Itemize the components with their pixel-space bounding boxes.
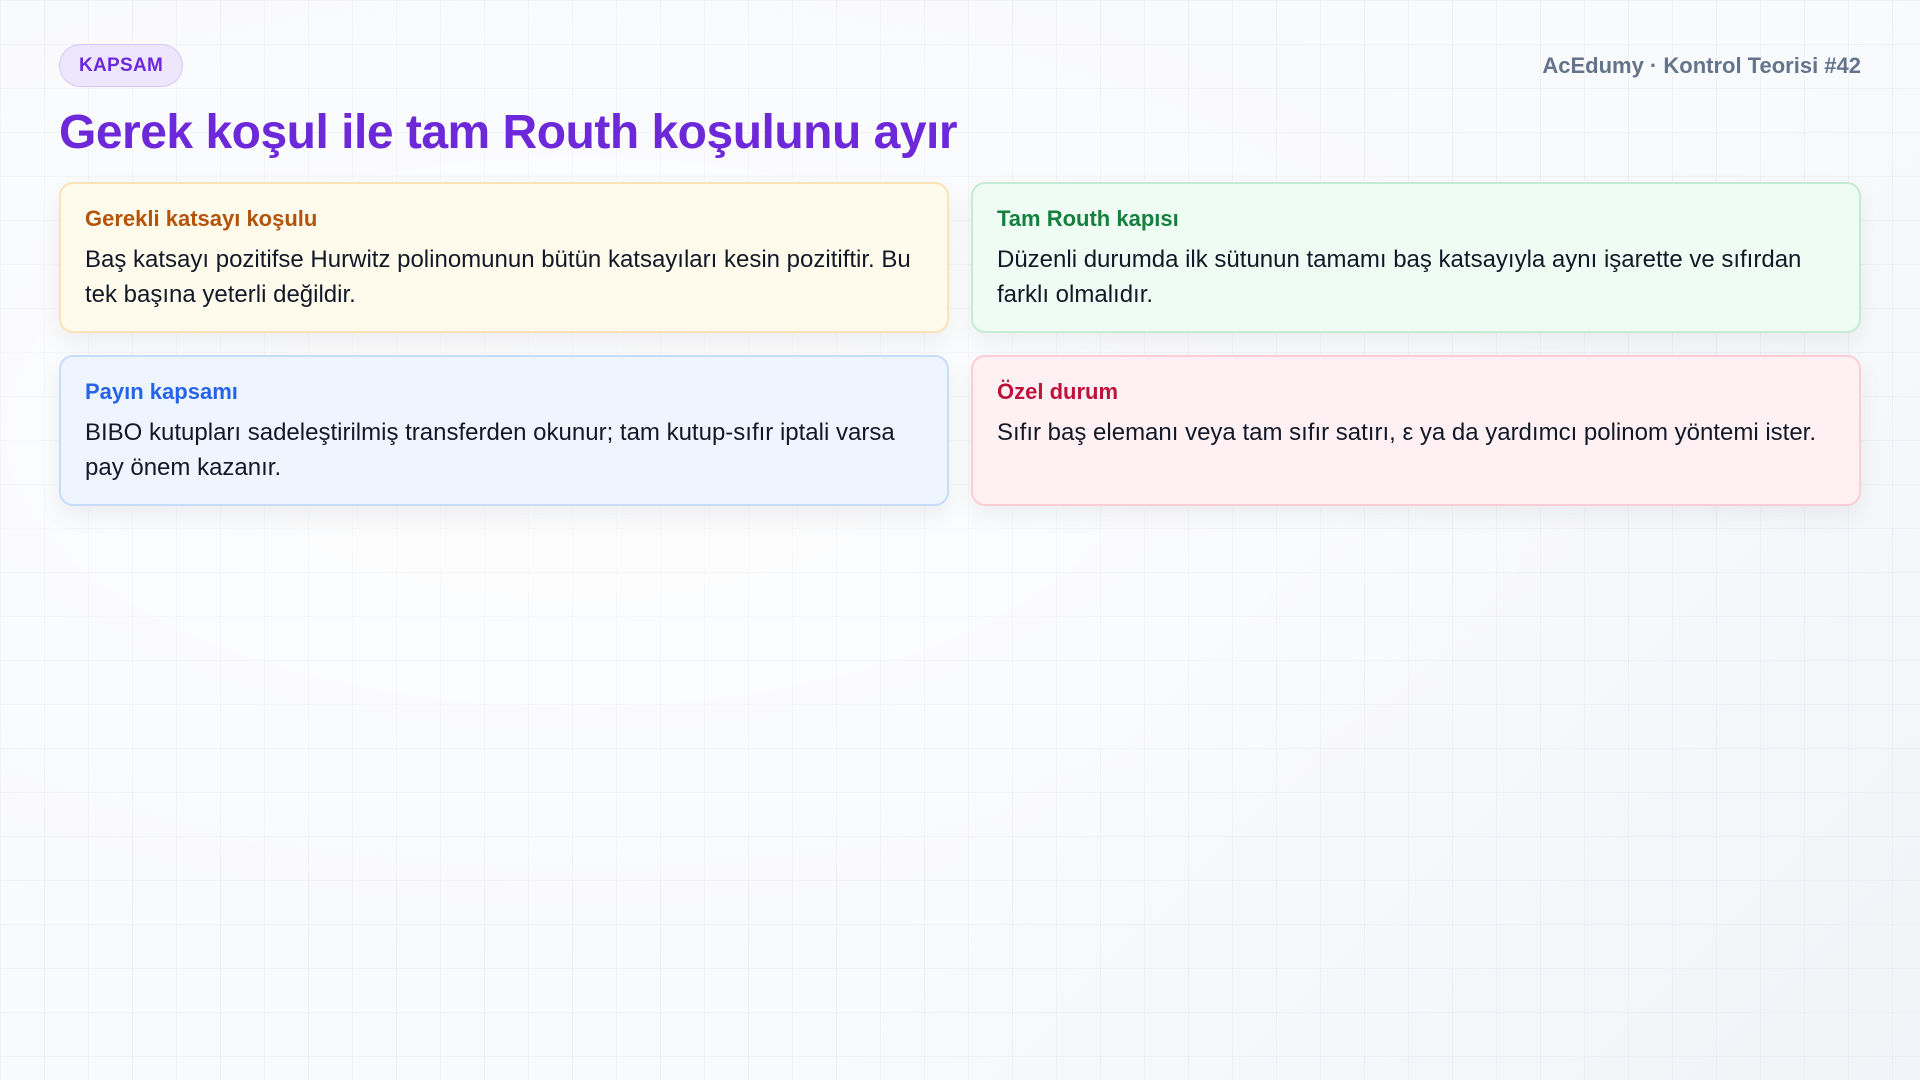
top-bar: KAPSAM AcEdumy · Kontrol Teorisi #42 <box>59 44 1861 87</box>
card-required-coefficient-condition: Gerekli katsayı koşulu Baş katsayı pozit… <box>59 182 949 334</box>
card-numerator-scope: Payın kapsamı BIBO kutupları sadeleştiri… <box>59 355 949 507</box>
card-body: Sıfır baş elemanı veya tam sıfır satırı,… <box>997 419 1816 447</box>
brand-label: AcEdumy · Kontrol Teorisi #42 <box>1542 52 1861 78</box>
card-title: Payın kapsamı <box>85 379 238 405</box>
slide: KAPSAM AcEdumy · Kontrol Teorisi #42 Ger… <box>59 44 1861 507</box>
card-title: Tam Routh kapısı <box>997 206 1179 232</box>
card-body: Baş katsayı pozitifse Hurwitz polinomunu… <box>85 246 911 309</box>
card-title: Gerekli katsayı koşulu <box>85 206 318 232</box>
card-full-routh-gate: Tam Routh kapısı Düzenli durumda ilk süt… <box>971 182 1861 334</box>
card-grid: Gerekli katsayı koşulu Baş katsayı pozit… <box>59 182 1861 507</box>
page-title: Gerek koşul ile tam Routh koşulunu ayır <box>59 106 958 159</box>
card-body: Düzenli durumda ilk sütunun tamamı baş k… <box>997 246 1802 309</box>
card-special-case: Özel durum Sıfır baş elemanı veya tam sı… <box>971 355 1861 507</box>
card-body: BIBO kutupları sadeleştirilmiş transferd… <box>85 419 895 482</box>
card-title: Özel durum <box>997 379 1119 405</box>
section-badge: KAPSAM <box>59 44 184 87</box>
